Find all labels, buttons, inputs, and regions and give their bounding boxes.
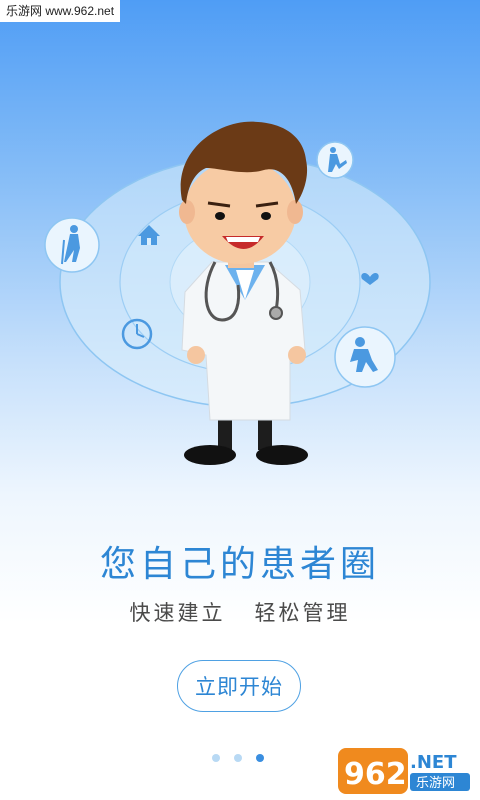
page-dot-3-active[interactable] xyxy=(256,754,264,762)
start-now-button[interactable]: 立即开始 xyxy=(177,660,301,712)
child-running-icon xyxy=(334,326,396,388)
watermark-logo: 962 .NET 乐游网 xyxy=(338,748,470,794)
page-subtitle: 快速建立 轻松管理 xyxy=(129,601,351,625)
page-dot-1[interactable] xyxy=(212,754,220,762)
logo-sub-text: 乐游网 xyxy=(416,776,455,791)
page-indicator xyxy=(212,754,264,762)
hero-illustration xyxy=(44,121,431,465)
logo-suffix-text: .NET xyxy=(410,752,457,773)
page-dot-2[interactable] xyxy=(234,754,242,762)
page-title: 您自己的患者圈 xyxy=(99,544,380,585)
kicking-person-icon xyxy=(316,141,354,179)
logo-main-text: 962 xyxy=(344,757,407,792)
elderly-person-icon xyxy=(44,217,100,273)
